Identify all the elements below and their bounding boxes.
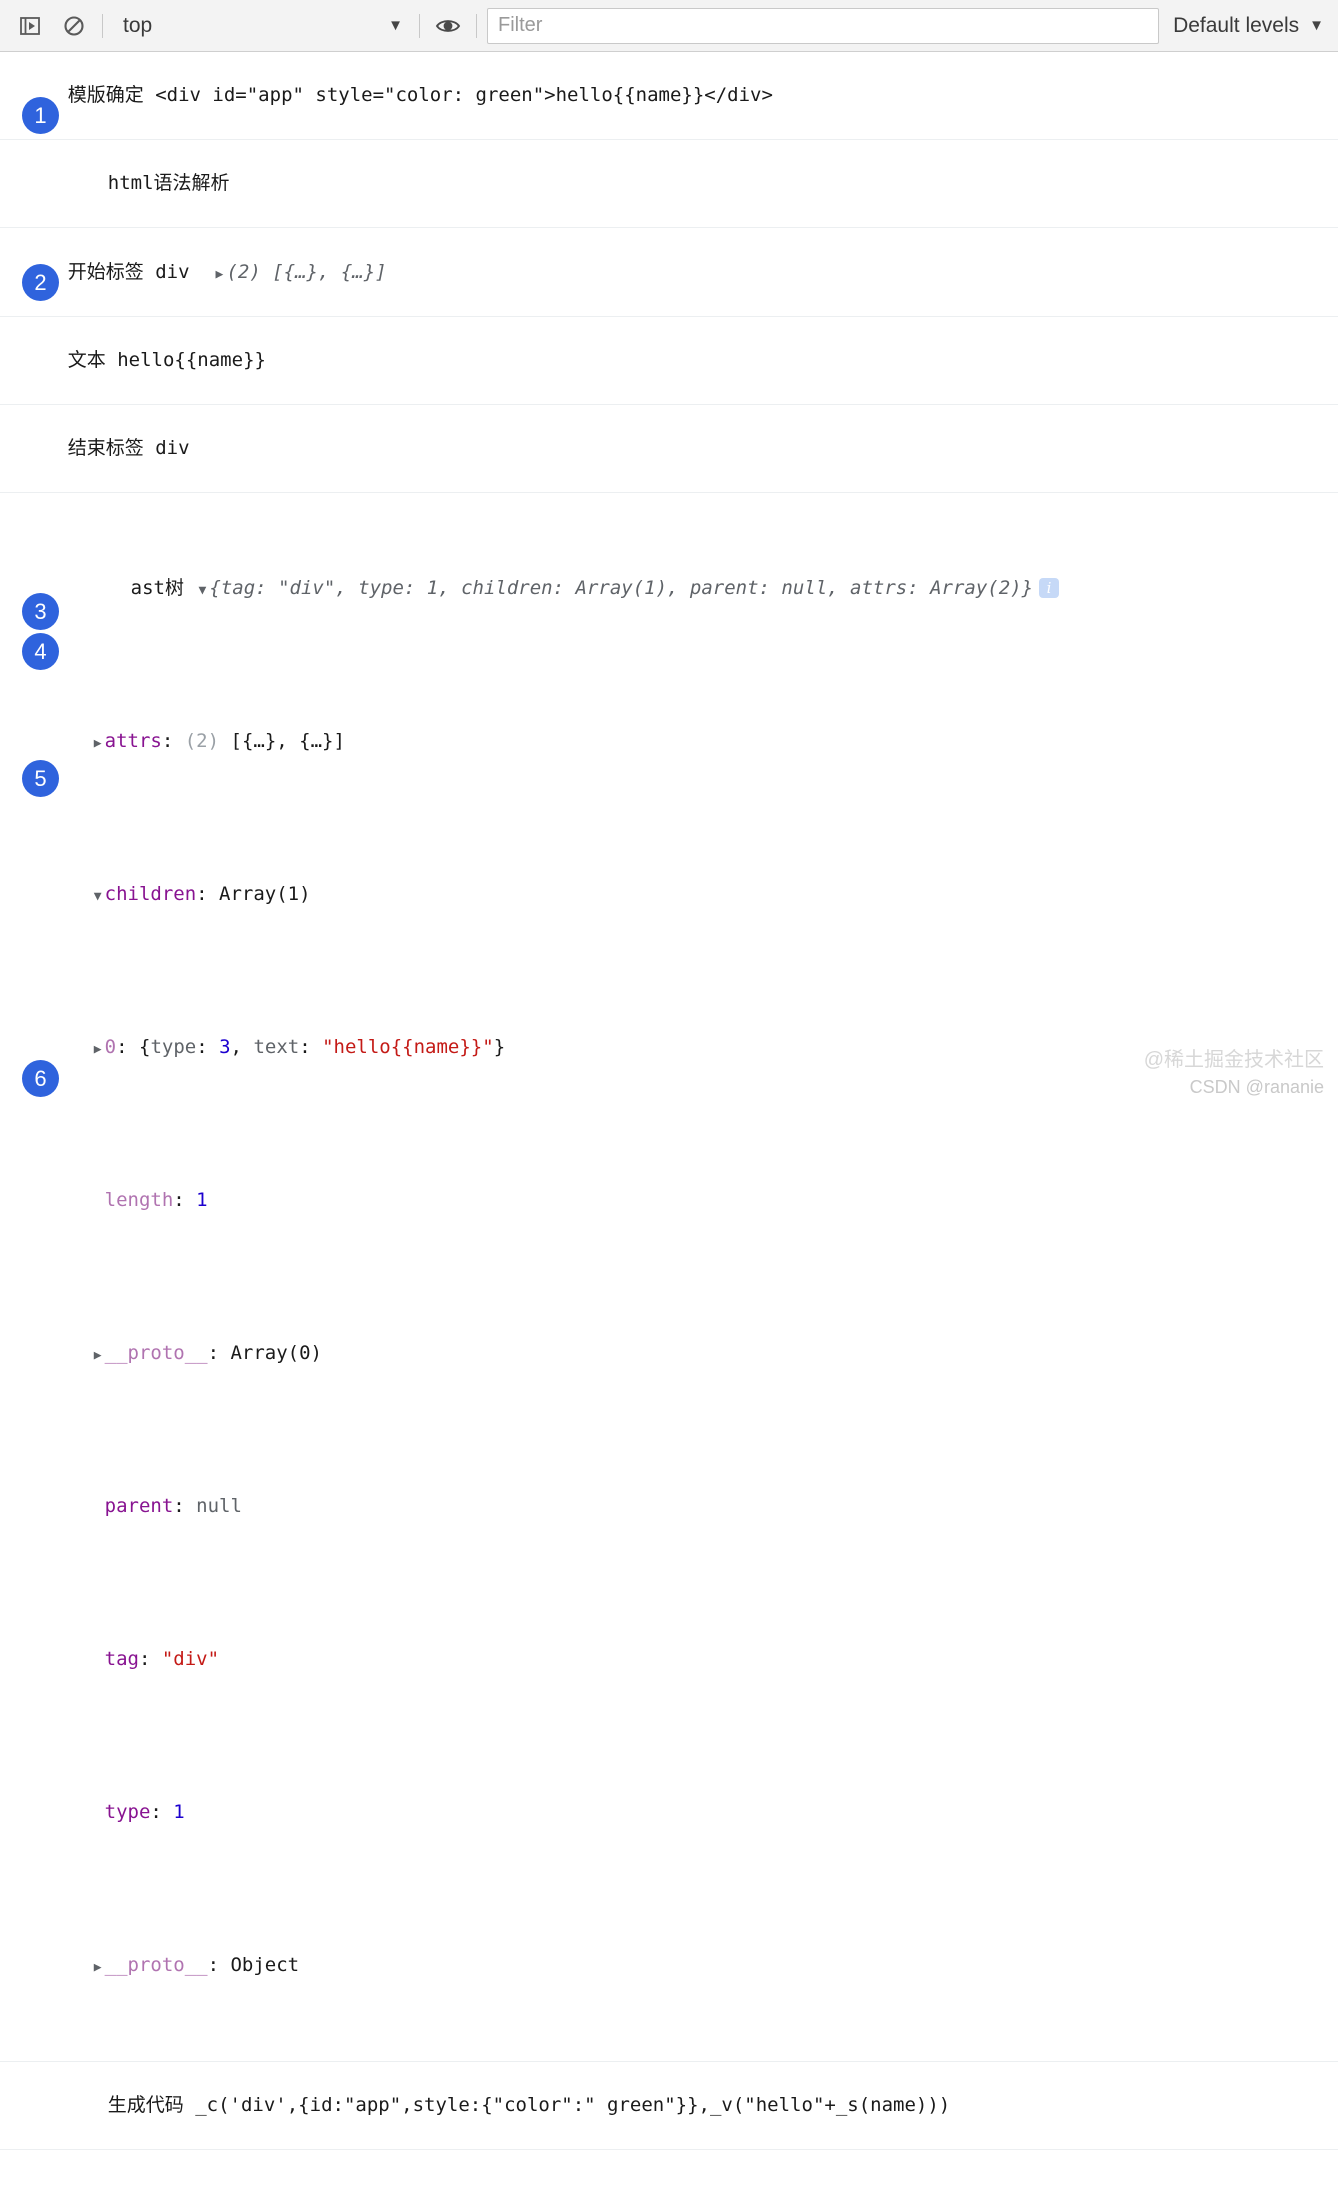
property-key: type xyxy=(104,1800,151,1823)
expand-triangle-icon[interactable]: ▶ xyxy=(91,1347,105,1364)
property-value: 1 xyxy=(196,1188,208,1211)
property-separator: : xyxy=(116,1035,139,1058)
text-node-label: 文本 xyxy=(67,348,106,371)
parse-label: html语法解析 xyxy=(107,172,230,195)
property-value: 1 xyxy=(173,1800,185,1823)
watermark-primary: @稀土掘金技术社区 xyxy=(1143,1049,1324,1071)
console-message-list: 模版确定 <div id="app" style="color: green">… xyxy=(0,52,1338,2212)
property-separator: : xyxy=(196,882,220,905)
property-value: Array(0) xyxy=(230,1341,322,1364)
property-key: tag xyxy=(104,1647,139,1670)
end-tag-label: 结束标签 xyxy=(67,437,144,460)
ast-prop-tag: tag: "div" xyxy=(22,1621,1338,1699)
ast-prop-parent: parent: null xyxy=(22,1468,1338,1546)
property-key: __proto__ xyxy=(104,1953,208,1976)
step-badge-3: 3 xyxy=(22,593,59,630)
property-value: null xyxy=(196,1494,242,1517)
ast-preview-tag: "div" xyxy=(278,576,336,599)
property-separator: : xyxy=(207,1953,231,1976)
eye-icon[interactable] xyxy=(426,4,470,48)
ast-prop-attrs[interactable]: ▶ attrs: (2) [{…}, {…}] xyxy=(22,702,1338,780)
filter-input[interactable]: Filter xyxy=(487,7,1160,44)
start-tag-preview: [{…}, {…}] xyxy=(272,260,387,283)
ast-prop-length: length: 1 xyxy=(22,1161,1338,1239)
expand-triangle-icon[interactable]: ▶ xyxy=(91,1959,105,1976)
ast-prop-type: type: 1 xyxy=(22,1774,1338,1852)
log-levels-label: Default levels xyxy=(1173,13,1300,37)
console-row-start-tag[interactable]: 开始标签 div ▶ (2) [{…}, {…}] xyxy=(0,228,1338,317)
property-key: parent xyxy=(104,1494,174,1517)
step-badge-2: 2 xyxy=(22,264,59,301)
array-count: (2) xyxy=(184,729,220,752)
property-separator: : xyxy=(173,1494,197,1517)
collapse-triangle-icon[interactable]: ▼ xyxy=(195,582,209,599)
ast-preview-open: {tag: xyxy=(209,576,279,599)
console-row-render[interactable]: render函数fanonymous( ) { with(this){retur… xyxy=(0,2150,1338,2212)
step-badge-5: 5 xyxy=(22,760,59,797)
chevron-down-icon: ▼ xyxy=(388,17,403,34)
filter-placeholder: Filter xyxy=(498,14,543,36)
step-into-icon[interactable] xyxy=(8,4,52,48)
execution-context-select[interactable]: top ▼ xyxy=(109,14,413,38)
info-icon[interactable]: i xyxy=(1039,578,1060,599)
console-row-template[interactable]: 模版确定 <div id="app" style="color: green">… xyxy=(0,52,1338,141)
console-row-text-node[interactable]: 文本 hello{{name}} xyxy=(0,317,1338,405)
collapse-triangle-icon[interactable]: ▼ xyxy=(91,888,105,905)
console-row-ast[interactable]: ast树 ▼ {tag: "div", type: 1, children: Ar… xyxy=(0,493,1338,2062)
start-tag-name: div xyxy=(155,260,190,283)
property-key: children xyxy=(104,882,197,905)
console-row-parse[interactable]: html语法解析 xyxy=(0,140,1338,229)
ast-prop-proto-object[interactable]: ▶ __proto__: Object xyxy=(22,1927,1338,2005)
property-key: __proto__ xyxy=(104,1341,208,1364)
ast-prop-children[interactable]: ▼ children: Array(1) xyxy=(22,855,1338,933)
template-label: 模版确定 xyxy=(67,84,144,107)
ast-prop-child-0[interactable]: ▶ 0: {type: 3, text: "hello{{name}}"} xyxy=(22,1008,1338,1086)
property-separator: : xyxy=(161,729,185,752)
execution-context-value: top xyxy=(123,13,153,37)
render-header: render函数fanonymous( xyxy=(22,2206,1338,2212)
property-key: 0 xyxy=(104,1035,117,1058)
property-key: length xyxy=(104,1188,174,1211)
ast-preview-mid: , type: xyxy=(335,576,427,599)
step-badge-1: 1 xyxy=(22,97,59,134)
property-separator: : xyxy=(207,1341,231,1364)
step-badge-6: 6 xyxy=(22,1060,59,1097)
console-row-codegen[interactable]: 生成代码 _c('div',{id:"app",style:{"color":"… xyxy=(0,2062,1338,2150)
template-code: <div id="app" style="color: green">hello… xyxy=(155,84,773,107)
property-value: Array(1) xyxy=(219,882,311,905)
property-value: "div" xyxy=(161,1647,220,1670)
log-levels-select[interactable]: Default levels ▼ xyxy=(1167,14,1338,38)
watermark-secondary: CSDN @rananie xyxy=(1189,1077,1324,1097)
expand-triangle-icon[interactable]: ▶ xyxy=(91,735,105,752)
text-node-value: hello{{name}} xyxy=(117,348,266,371)
end-tag-name: div xyxy=(155,437,190,460)
expand-triangle-icon[interactable]: ▶ xyxy=(91,1041,105,1058)
expand-triangle-icon[interactable]: ▶ xyxy=(212,266,226,283)
codegen-code: _c('div',{id:"app",style:{"color":" gree… xyxy=(195,2093,951,2116)
ast-label: ast树 xyxy=(130,576,184,599)
codegen-label: 生成代码 xyxy=(107,2093,184,2116)
property-separator: : xyxy=(173,1188,197,1211)
property-value: Object xyxy=(230,1953,300,1976)
start-tag-label: 开始标签 xyxy=(67,260,144,283)
ast-prop-proto-array[interactable]: ▶ __proto__: Array(0) xyxy=(22,1314,1338,1392)
console-toolbar: top ▼ Filter Default levels ▼ xyxy=(0,0,1338,52)
ast-preview-type: 1 xyxy=(426,576,439,599)
property-separator: : xyxy=(150,1800,174,1823)
start-tag-count: (2) xyxy=(226,260,261,283)
toolbar-divider-1 xyxy=(102,13,103,38)
ast-header: ast树 ▼ {tag: "div", type: 1, children: Ar… xyxy=(22,549,1338,627)
property-value: [{…}, {…}] xyxy=(219,729,345,752)
property-separator: : xyxy=(138,1647,162,1670)
toolbar-divider-3 xyxy=(476,13,477,38)
chevron-down-icon: ▼ xyxy=(1309,17,1324,34)
console-row-end-tag[interactable]: 结束标签 div xyxy=(0,405,1338,494)
ast-preview-rest: , children: Array(1), parent: null, attr… xyxy=(438,576,1034,599)
clear-console-icon[interactable] xyxy=(52,4,96,48)
step-badge-4: 4 xyxy=(22,633,59,670)
property-key: attrs xyxy=(104,729,162,752)
toolbar-divider-2 xyxy=(419,13,420,38)
